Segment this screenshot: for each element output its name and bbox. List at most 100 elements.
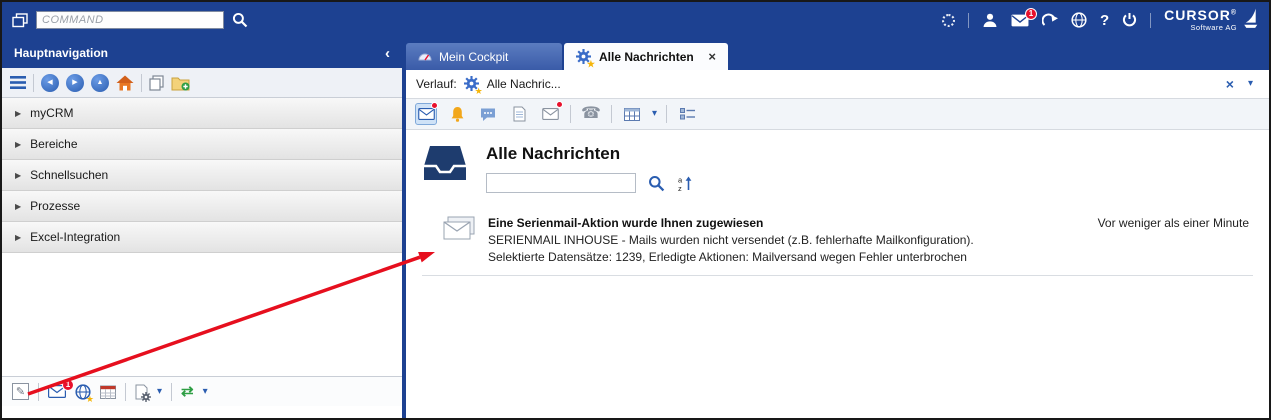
main-toolbar: ☎ ▾: [406, 99, 1269, 130]
windows-icon[interactable]: [12, 13, 28, 28]
document-icon[interactable]: [508, 103, 530, 125]
gear-star-icon: ★: [464, 76, 480, 92]
sidebar-toolbar: ◀ ▶ ▲: [2, 68, 402, 98]
search-row: az: [486, 173, 693, 193]
messages-badge: 1: [1025, 8, 1037, 20]
sidebar-item-label: Prozesse: [30, 199, 80, 213]
topbar-left: [12, 11, 248, 29]
sail-logo-icon: [1243, 7, 1259, 33]
chevron-right-icon: ▶: [15, 171, 21, 180]
sidebar-item-mycrm[interactable]: ▶ myCRM: [2, 98, 402, 129]
message-search-input[interactable]: [486, 173, 636, 193]
envelope-stack-icon: [442, 215, 476, 244]
table-view-icon[interactable]: [621, 103, 643, 125]
sidebar-item-prozesse[interactable]: ▶ Prozesse: [2, 191, 402, 222]
star-icon: ★: [587, 60, 595, 69]
mail-badge: 1: [62, 379, 74, 391]
hamburger-menu-icon[interactable]: [10, 76, 26, 89]
brand-name: CURSOR®: [1164, 8, 1237, 22]
copy-icon[interactable]: [149, 75, 164, 91]
command-search-button[interactable]: [232, 12, 248, 28]
message-body-line: SERIENMAIL INHOUSE - Mails wurden nicht …: [488, 232, 974, 249]
message-list-item[interactable]: Eine Serienmail-Aktion wurde Ihnen zugew…: [422, 215, 1253, 276]
divider: [968, 13, 969, 28]
tab-alle-nachrichten[interactable]: ★ Alle Nachrichten ×: [564, 43, 728, 70]
sidebar-item-label: Schnellsuchen: [30, 168, 108, 182]
divider: [33, 74, 34, 92]
mail-icon[interactable]: 1: [48, 385, 66, 398]
messages-view-button[interactable]: [415, 103, 437, 125]
content-header: Alle Nachrichten az: [422, 142, 1253, 193]
divider: [141, 74, 142, 92]
content-area: Alle Nachrichten az: [406, 130, 1269, 418]
message-text: Eine Serienmail-Aktion wurde Ihnen zugew…: [488, 215, 974, 265]
sort-az-icon[interactable]: az: [677, 175, 693, 192]
phone-icon[interactable]: ☎: [580, 103, 602, 125]
sidebar-bottom-toolbar: ✎ 1 ★ ▾ ⇄: [2, 376, 402, 406]
sidebar-item-excel-integration[interactable]: ▶ Excel-Integration: [2, 222, 402, 253]
divider: [570, 105, 571, 123]
notification-dot: [556, 101, 563, 108]
help-icon[interactable]: ?: [1100, 13, 1109, 28]
sidebar-item-bereiche[interactable]: ▶ Bereiche: [2, 129, 402, 160]
calendar-icon[interactable]: [100, 384, 116, 399]
search-icon[interactable]: [648, 175, 665, 192]
history-current-item[interactable]: Alle Nachric...: [487, 77, 561, 91]
history-row: Verlauf: ★ Alle Nachric... × ▾: [406, 70, 1269, 99]
sidebar-empty-area: [2, 253, 402, 376]
topbar-right: 1 ? CURSOR® Software AG: [942, 7, 1259, 33]
app-window: 1 ? CURSOR® Software AG: [0, 0, 1271, 420]
main-area: Mein Cockpit ★ Alle Nachrichten × Verlau…: [406, 38, 1269, 418]
message-timestamp: Vor weniger als einer Minute: [1098, 215, 1249, 230]
svg-text:z: z: [678, 184, 682, 192]
detail-list-icon[interactable]: [676, 103, 698, 125]
tab-label: Alle Nachrichten: [599, 50, 694, 64]
brand-logo: CURSOR® Software AG: [1164, 7, 1259, 33]
notification-dot: [431, 102, 438, 109]
sidebar: Hauptnavigation ‹ ◀ ▶ ▲: [2, 38, 406, 418]
mail-schedule-icon[interactable]: [539, 103, 561, 125]
history-actions: × ▾: [1226, 77, 1259, 91]
page-title: Alle Nachrichten: [486, 144, 693, 164]
sidebar-item-label: myCRM: [30, 106, 73, 120]
sync-icon[interactable]: ⇄: [181, 384, 194, 399]
registered-mark: ®: [1231, 10, 1237, 17]
messages-icon[interactable]: 1: [1011, 14, 1029, 27]
chevron-down-icon[interactable]: ▾: [203, 387, 208, 397]
divider: [666, 105, 667, 123]
close-view-icon[interactable]: ×: [1226, 77, 1234, 91]
sidebar-title: Hauptnavigation: [14, 46, 108, 60]
topbar: 1 ? CURSOR® Software AG: [2, 2, 1269, 38]
new-folder-icon[interactable]: [171, 75, 190, 91]
chevron-down-icon[interactable]: ▾: [157, 387, 162, 397]
chevron-down-icon[interactable]: ▾: [652, 109, 657, 119]
chevron-right-icon: ▶: [15, 233, 21, 242]
star-icon: ★: [86, 395, 94, 404]
logout-power-icon[interactable]: [1122, 12, 1137, 28]
sidebar-collapse-icon[interactable]: ‹: [385, 46, 390, 61]
divider: [611, 105, 612, 123]
window-body: Hauptnavigation ‹ ◀ ▶ ▲: [2, 38, 1269, 418]
chevron-right-icon: ▶: [15, 109, 21, 118]
globe-favorite-icon[interactable]: ★: [75, 384, 91, 400]
redo-icon[interactable]: [1042, 13, 1058, 27]
home-icon[interactable]: [116, 75, 134, 91]
nav-up-button[interactable]: ▲: [91, 74, 109, 92]
chevron-down-icon[interactable]: ▾: [1248, 79, 1253, 89]
chat-icon[interactable]: [477, 103, 499, 125]
reminders-bell-icon[interactable]: [446, 103, 468, 125]
globe-icon[interactable]: [1071, 12, 1087, 28]
sidebar-item-label: Excel-Integration: [30, 230, 120, 244]
nav-back-button[interactable]: ◀: [41, 74, 59, 92]
tab-close-icon[interactable]: ×: [708, 50, 716, 63]
tab-label: Mein Cockpit: [439, 50, 508, 64]
edit-note-icon[interactable]: ✎: [12, 383, 29, 400]
command-input[interactable]: [36, 11, 224, 29]
user-icon[interactable]: [982, 12, 998, 28]
sidebar-item-schnellsuchen[interactable]: ▶ Schnellsuchen: [2, 160, 402, 191]
message-body-line: Selektierte Datensätze: 1239, Erledigte …: [488, 249, 974, 266]
document-settings-icon[interactable]: [135, 384, 148, 400]
nav-forward-button[interactable]: ▶: [66, 74, 84, 92]
history-label: Verlauf:: [416, 77, 457, 91]
tab-mein-cockpit[interactable]: Mein Cockpit: [406, 43, 562, 70]
